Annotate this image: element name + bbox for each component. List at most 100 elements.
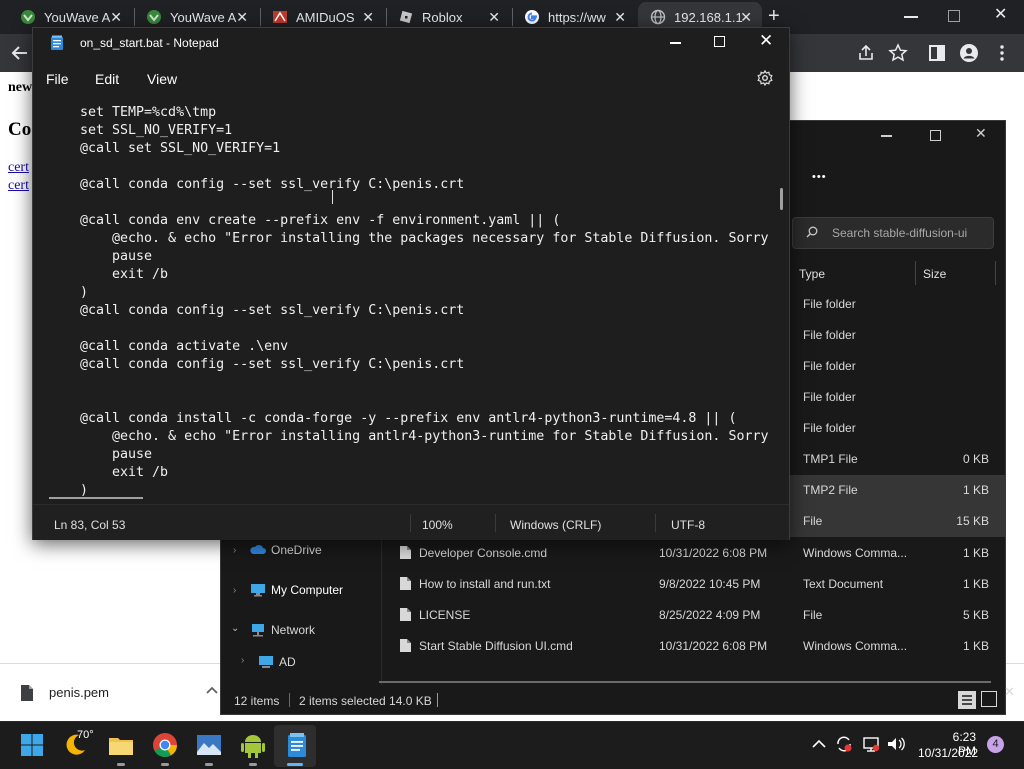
profile-icon[interactable]	[959, 43, 979, 63]
item-size: 0 KB	[962, 452, 989, 466]
youwave-icon	[20, 9, 36, 25]
file-date: 10/31/2022 6:08 PM	[659, 639, 768, 653]
close-icon[interactable]: ✕	[1004, 684, 1015, 700]
close-icon[interactable]: ✕	[614, 9, 626, 25]
notepad-window: on_sd_start.bat - Notepad ✕ File Edit Vi…	[32, 27, 790, 540]
table-row[interactable]: LICENSE 8/25/2022 4:09 PM File 5 KB	[221, 600, 1005, 631]
explorer-status-bar: 12 items 2 items selected 14.0 KB	[221, 687, 1005, 714]
back-arrow-icon[interactable]	[10, 43, 30, 63]
horizontal-scrollbar[interactable]	[49, 497, 143, 499]
close-icon[interactable]: ✕	[362, 9, 374, 25]
photos-icon[interactable]	[195, 731, 223, 759]
horizontal-scrollbar[interactable]	[379, 681, 991, 683]
cursor-position: Ln 83, Col 53	[54, 518, 126, 532]
page-text: new	[8, 80, 33, 95]
column-type[interactable]: Type	[799, 267, 825, 281]
item-type: File folder	[803, 390, 856, 404]
table-row[interactable]: How to install and run.txt 9/8/2022 10:45…	[221, 569, 1005, 600]
menu-file[interactable]: File	[46, 71, 69, 87]
search-placeholder: Search stable-diffusion-ui	[832, 226, 968, 240]
clock-date[interactable]: 10/31/2022	[918, 746, 978, 760]
download-filename[interactable]: penis.pem	[49, 685, 109, 700]
close-icon[interactable]: ✕	[236, 9, 248, 25]
maximize-icon[interactable]	[714, 36, 725, 47]
vertical-scrollbar[interactable]	[780, 188, 783, 210]
windows-start-icon[interactable]	[18, 731, 46, 759]
item-type: File folder	[803, 421, 856, 435]
table-row[interactable]: Developer Console.cmd 10/31/2022 6:08 PM W…	[221, 538, 1005, 569]
amiduos-icon	[272, 9, 288, 25]
taskbar: 70° 6:23 PM 10/31/2022 4	[0, 721, 1024, 769]
column-size[interactable]: Size	[923, 267, 946, 281]
notepad-status-bar: Ln 83, Col 53 100% Windows (CRLF) UTF-8	[33, 504, 789, 540]
notification-badge[interactable]: 4	[987, 736, 1004, 753]
share-icon[interactable]	[856, 43, 876, 63]
volume-icon[interactable]	[886, 735, 906, 753]
page-link[interactable]: cert	[8, 160, 29, 176]
page-link[interactable]: cert	[8, 178, 29, 194]
restore-icon[interactable]	[948, 10, 960, 22]
close-icon[interactable]: ✕	[488, 9, 500, 25]
file-size: 1 KB	[962, 639, 989, 653]
item-count: 12 items	[234, 694, 280, 708]
table-row[interactable]: Start Stable Diffusion UI.cmd 10/31/2022 …	[221, 631, 1005, 662]
file-type: Windows Comma...	[803, 546, 908, 560]
file-icon	[20, 684, 34, 702]
folder-icon[interactable]	[107, 731, 135, 759]
file-type: File	[803, 608, 823, 622]
gear-icon[interactable]	[757, 70, 773, 86]
minimize-icon[interactable]	[904, 16, 918, 18]
tiles-view-icon[interactable]	[981, 691, 997, 707]
notepad-icon[interactable]	[283, 731, 311, 759]
search-box[interactable]: Search stable-diffusion-ui	[792, 217, 994, 249]
youwave-icon	[146, 9, 162, 25]
more-options-button[interactable]: •••	[812, 171, 827, 183]
item-type: File folder	[803, 359, 856, 373]
item-type: TMP1 File	[803, 452, 858, 466]
file-icon	[399, 638, 412, 653]
bookmark-star-icon[interactable]	[888, 43, 908, 63]
notepad-title-bar: on_sd_start.bat - Notepad ✕	[33, 28, 789, 58]
roblox-icon	[398, 9, 414, 25]
text-cursor	[332, 190, 333, 204]
maximize-icon[interactable]	[930, 130, 941, 141]
kebab-menu-icon[interactable]	[992, 43, 1012, 63]
android-icon[interactable]	[239, 731, 267, 759]
file-date: 9/8/2022 10:45 PM	[659, 577, 761, 591]
code-text[interactable]: set TEMP=%cd%\tmp set SSL_NO_VERIFY=1 @c…	[80, 104, 768, 500]
close-icon[interactable]: ✕	[975, 125, 987, 142]
minimize-icon[interactable]	[670, 42, 681, 44]
minimize-icon[interactable]	[881, 135, 892, 137]
item-size: 1 KB	[962, 483, 989, 497]
close-icon[interactable]: ✕	[759, 31, 773, 51]
text-editor-area[interactable]: set TEMP=%cd%\tmp set SSL_NO_VERIFY=1 @c…	[33, 98, 789, 500]
file-icon	[399, 576, 412, 591]
zoom-level: 100%	[422, 518, 453, 532]
file-date: 8/25/2022 4:09 PM	[659, 608, 761, 622]
close-icon[interactable]: ✕	[740, 9, 752, 25]
chrome-icon[interactable]	[151, 731, 179, 759]
menu-edit[interactable]: Edit	[95, 71, 119, 87]
notepad-menu-bar: File Edit View	[33, 58, 789, 98]
close-icon[interactable]: ✕	[994, 4, 1007, 24]
menu-view[interactable]: View	[147, 71, 177, 87]
window-title: on_sd_start.bat - Notepad	[80, 36, 219, 50]
file-name: How to install and run.txt	[419, 577, 551, 591]
chevron-up-icon[interactable]	[812, 738, 826, 750]
item-type: TMP2 File	[803, 483, 858, 497]
item-type: File folder	[803, 328, 856, 342]
search-icon	[806, 226, 818, 238]
side-panel-icon[interactable]	[927, 43, 947, 63]
close-icon[interactable]: ✕	[110, 9, 122, 25]
globe-icon	[650, 9, 666, 25]
details-view-icon[interactable]	[958, 691, 976, 709]
sync-icon[interactable]	[835, 735, 853, 753]
file-icon	[399, 545, 412, 560]
network-icon[interactable]	[862, 735, 880, 753]
file-icon	[399, 607, 412, 622]
chevron-up-icon[interactable]	[206, 684, 218, 696]
file-date: 10/31/2022 6:08 PM	[659, 546, 768, 560]
column-headers: Type Size	[797, 257, 1005, 289]
new-tab-button[interactable]: +	[768, 5, 780, 28]
file-size: 1 KB	[962, 577, 989, 591]
